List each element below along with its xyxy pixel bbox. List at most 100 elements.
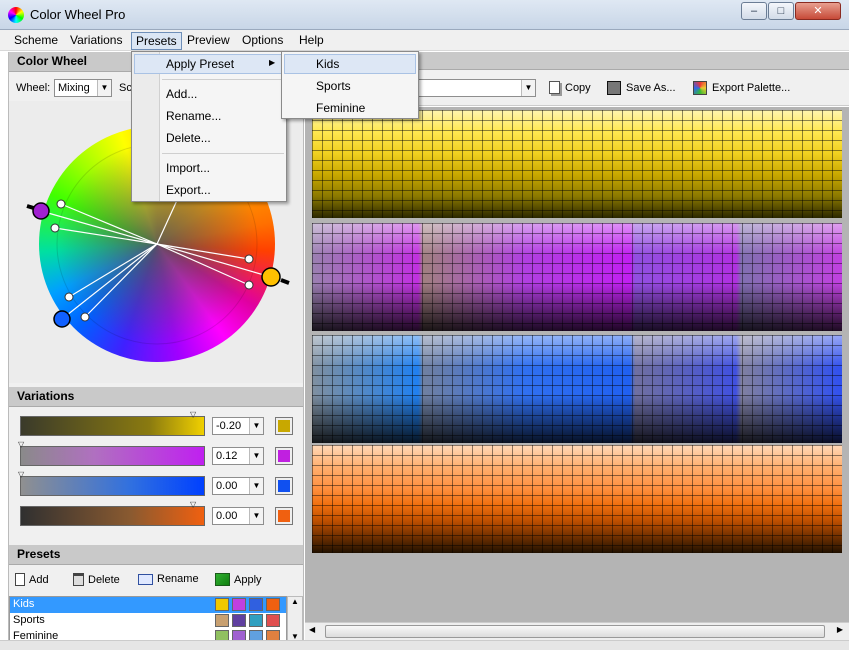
scheme-handle-blue[interactable] [53, 310, 71, 328]
chevron-down-icon: ▼ [249, 448, 263, 464]
submenu-item-feminine[interactable]: Feminine [316, 101, 365, 115]
export-palette-button[interactable]: Export Palette... [693, 81, 790, 95]
preset-swatch [249, 598, 263, 611]
status-bar [0, 640, 849, 650]
preset-rename-button[interactable]: Rename [138, 573, 199, 585]
close-button[interactable]: ✕ [795, 2, 841, 20]
scheme-handle-purple[interactable] [32, 202, 50, 220]
menu-item-import[interactable]: Import... [166, 161, 210, 175]
variations-header: Variations [9, 387, 303, 407]
variation-color-swatch [278, 480, 290, 492]
wheel-type-select[interactable]: Mixing ▼ [54, 79, 112, 97]
chevron-down-icon: ▼ [249, 508, 263, 524]
variation-slider[interactable] [20, 476, 205, 496]
preset-add-button[interactable]: Add [15, 573, 49, 586]
variation-color-button[interactable] [275, 507, 293, 525]
preset-delete-button[interactable]: Delete [73, 573, 120, 586]
palette-export-icon [693, 81, 707, 95]
variation-dot[interactable] [50, 223, 60, 233]
variation-dot[interactable] [64, 292, 74, 302]
app-icon [8, 7, 24, 23]
menu-item-export[interactable]: Export... [166, 183, 211, 197]
preset-swatch [232, 614, 246, 627]
presets-scrollbar[interactable]: ▲ ▼ [287, 596, 303, 642]
submenu-highlight [284, 54, 416, 74]
slider-marker-icon[interactable]: ▽ [190, 500, 196, 509]
preset-swatch [215, 598, 229, 611]
variation-dot[interactable] [80, 312, 90, 322]
window-title: Color Wheel Pro [30, 7, 126, 22]
variation-color-button[interactable] [275, 477, 293, 495]
submenu-item-sports[interactable]: Sports [316, 79, 351, 93]
preset-swatch [266, 614, 280, 627]
variation-value: 0.00 [216, 510, 238, 522]
wheel-handle-tick [280, 278, 290, 285]
variation-dot[interactable] [56, 199, 66, 209]
presets-list: Kids Sports Feminine [9, 596, 287, 642]
chevron-down-icon: ▼ [249, 478, 263, 494]
presets-dropdown-menu: Apply Preset ▶ Add... Rename... Delete..… [131, 51, 287, 202]
slider-marker-icon[interactable]: ▽ [190, 410, 196, 419]
palette-block-purple [312, 223, 842, 331]
scroll-right-icon[interactable]: ▶ [837, 625, 843, 634]
wheel-type-value: Mixing [58, 82, 90, 94]
copy-button[interactable]: Copy [549, 81, 591, 94]
variation-color-swatch [278, 420, 290, 432]
menu-item-delete[interactable]: Delete... [166, 131, 211, 145]
apply-icon [215, 573, 230, 586]
scheme-handle-yellow[interactable] [261, 267, 281, 287]
submenu-arrow-icon: ▶ [269, 58, 276, 67]
variation-slider[interactable] [20, 506, 205, 526]
variation-value-select[interactable]: -0.20 ▼ [212, 417, 264, 435]
menu-item-add[interactable]: Add... [166, 87, 197, 101]
variation-value: -0.20 [216, 420, 242, 432]
scroll-up-icon[interactable]: ▲ [288, 597, 302, 606]
menu-item-apply-preset[interactable]: Apply Preset [166, 57, 234, 71]
preview-type-select[interactable]: ▼ [418, 79, 536, 97]
menu-bar: Scheme Variations Presets Preview Option… [0, 30, 849, 51]
variation-dot[interactable] [244, 254, 254, 264]
save-as-button[interactable]: Save As... [607, 81, 676, 95]
slider-marker-icon[interactable]: ▽ [18, 440, 24, 449]
variation-color-swatch [278, 510, 290, 522]
preset-apply-button[interactable]: Apply [215, 573, 262, 586]
submenu-item-kids[interactable]: Kids [316, 57, 339, 71]
menu-variations[interactable]: Variations [66, 32, 126, 50]
menu-help[interactable]: Help [295, 32, 328, 50]
variation-color-swatch [278, 450, 290, 462]
preset-swatch [249, 614, 263, 627]
variation-color-button[interactable] [275, 447, 293, 465]
variation-slider[interactable] [20, 446, 205, 466]
scheme-label: Sc [119, 82, 132, 94]
variation-value-select[interactable]: 0.00 ▼ [212, 477, 264, 495]
variation-slider[interactable] [20, 416, 205, 436]
menu-options[interactable]: Options [238, 32, 287, 50]
minimize-button[interactable]: – [741, 2, 767, 20]
menu-preview[interactable]: Preview [183, 32, 234, 50]
menu-scheme[interactable]: Scheme [10, 32, 62, 50]
menu-gutter [132, 52, 160, 201]
presets-header: Presets [9, 545, 303, 565]
preview-hscrollbar[interactable]: ◀ ▶ [305, 622, 849, 640]
preset-apply-label: Apply [234, 573, 262, 586]
preset-list-item[interactable]: Sports [10, 613, 286, 629]
save-as-label: Save As... [626, 82, 676, 94]
variation-dot[interactable] [244, 280, 254, 290]
chevron-down-icon: ▼ [97, 80, 111, 96]
scroll-thumb[interactable] [325, 625, 825, 638]
variation-color-button[interactable] [275, 417, 293, 435]
chevron-down-icon: ▼ [521, 80, 535, 96]
slider-marker-icon[interactable]: ▽ [18, 470, 24, 479]
menu-item-rename[interactable]: Rename... [166, 109, 221, 123]
preset-swatch [215, 614, 229, 627]
variation-value-select[interactable]: 0.00 ▼ [212, 507, 264, 525]
preset-name: Kids [13, 598, 35, 610]
copy-label: Copy [565, 81, 591, 94]
maximize-button[interactable]: □ [768, 2, 794, 20]
variation-value-select[interactable]: 0.12 ▼ [212, 447, 264, 465]
palette-block-orange [312, 445, 842, 553]
preset-rename-label: Rename [157, 573, 199, 585]
scroll-left-icon[interactable]: ◀ [309, 625, 315, 634]
preset-list-item[interactable]: Kids [10, 597, 286, 613]
menu-presets[interactable]: Presets [131, 32, 182, 50]
